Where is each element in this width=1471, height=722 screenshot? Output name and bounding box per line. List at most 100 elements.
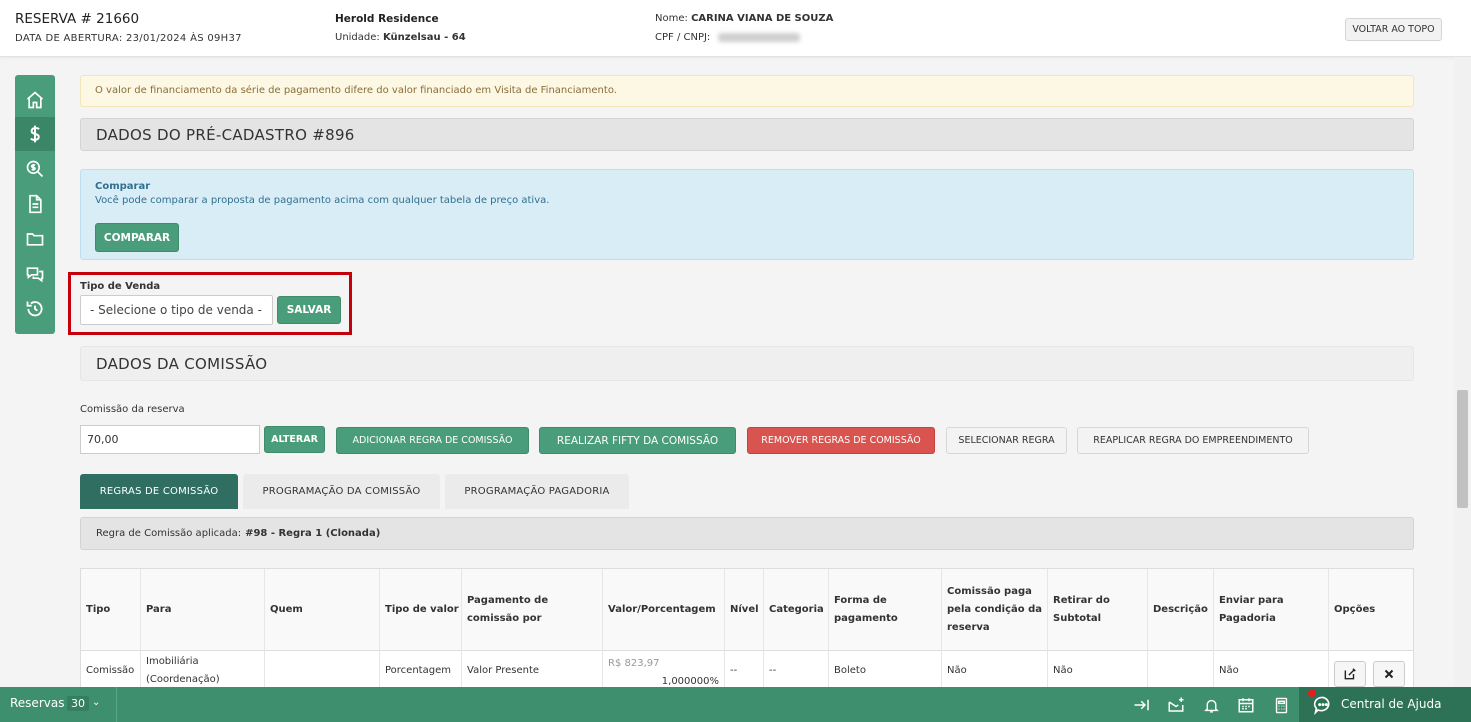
column-header: Nível xyxy=(725,569,764,651)
add-commission-rule-button[interactable]: ADICIONAR REGRA DE COMISSÃO xyxy=(336,427,529,454)
calendar-icon xyxy=(1238,698,1254,713)
applied-rule-bar: Regra de Comissão aplicada: #98 - Regra … xyxy=(80,517,1414,550)
tab-commission-rules[interactable]: REGRAS DE COMISSÃO xyxy=(80,474,238,509)
cell-categoria: -- xyxy=(764,651,829,687)
pre-registration-title: DADOS DO PRÉ-CADASTRO #896 xyxy=(96,125,355,144)
cell-descricao xyxy=(1148,651,1214,687)
column-header: Descrição xyxy=(1148,569,1214,651)
cell-quem xyxy=(265,651,380,687)
edit-icon xyxy=(1344,668,1356,680)
cell-enviar-pagadoria: Não xyxy=(1214,651,1329,687)
chat-icon xyxy=(26,267,44,283)
cell-retirar-subtotal: Não xyxy=(1048,651,1148,687)
folder-icon xyxy=(26,233,44,246)
applied-rule-value: #98 - Regra 1 (Clonada) xyxy=(245,528,381,539)
home-icon xyxy=(26,91,44,109)
client-document: CPF / CNPJ: xyxy=(655,32,800,43)
compare-button[interactable]: COMPARAR xyxy=(95,223,179,252)
sale-type-label: Tipo de Venda xyxy=(80,281,161,292)
development-name: Herold Residence xyxy=(335,13,439,25)
opening-date: DATA DE ABERTURA: 23/01/2024 ÀS 09H37 xyxy=(15,33,242,44)
column-header: Enviar para Pagadoria xyxy=(1214,569,1329,651)
tab-paying-agent-schedule[interactable]: PROGRAMAÇÃO PAGADORIA xyxy=(445,474,629,509)
scrollbar-thumb[interactable] xyxy=(1457,390,1468,508)
pre-registration-header: DADOS DO PRÉ-CADASTRO #896 xyxy=(80,118,1414,151)
select-rule-button[interactable]: SELECIONAR REGRA xyxy=(946,427,1067,454)
sidebar-item-files[interactable] xyxy=(15,222,55,256)
sidebar-item-financial[interactable] xyxy=(15,117,55,151)
cell-forma-pagamento: Boleto xyxy=(829,651,942,687)
client-label: Nome: xyxy=(655,13,688,24)
sidebar-item-messages[interactable] xyxy=(15,257,55,291)
fifty-commission-button[interactable]: REALIZAR FIFTY DA COMISSÃO xyxy=(539,427,736,454)
sidebar-item-financial-search[interactable] xyxy=(15,152,55,186)
mail-notifications-button[interactable] xyxy=(1166,695,1186,715)
column-header: Valor/Porcentagem xyxy=(603,569,725,651)
page-scrollbar[interactable] xyxy=(1454,57,1471,687)
cell-valor: R$ 823,97 xyxy=(608,658,660,669)
close-icon xyxy=(1384,669,1394,679)
cpf-label: CPF / CNPJ: xyxy=(655,32,711,43)
document-icon xyxy=(29,194,42,214)
column-header: Pagamento de comissão por xyxy=(462,569,603,651)
column-header: Retirar do Subtotal xyxy=(1048,569,1148,651)
cell-paga-condicao: Não xyxy=(942,651,1048,687)
sidebar-item-home[interactable] xyxy=(15,83,55,117)
delete-rule-button[interactable] xyxy=(1373,661,1405,687)
column-header: Tipo de valor xyxy=(380,569,462,651)
tab-commission-schedule[interactable]: PROGRAMAÇÃO DA COMISSÃO xyxy=(243,474,440,509)
reservations-label[interactable]: Reservas xyxy=(10,696,64,710)
applied-rule-label: Regra de Comissão aplicada: xyxy=(96,528,242,539)
client-info: Nome: CARINA VIANA DE SOUZA xyxy=(655,13,833,24)
commission-header: DADOS DA COMISSÃO xyxy=(80,346,1414,381)
cell-nivel: -- xyxy=(725,651,764,687)
cell-porcentagem: 1,000000% xyxy=(661,676,719,687)
bell-icon xyxy=(1203,699,1219,713)
cpf-value-redacted xyxy=(717,32,800,42)
commission-title: DADOS DA COMISSÃO xyxy=(96,354,268,373)
save-sale-type-button[interactable]: SALVAR xyxy=(277,296,341,324)
reapply-development-rule-button[interactable]: REAPLICAR REGRA DO EMPREENDIMENTO xyxy=(1077,427,1309,454)
help-center-button[interactable]: Central de Ajuda xyxy=(1299,687,1471,722)
reservation-header: RESERVA # 21660 DATA DE ABERTURA: 23/01/… xyxy=(0,0,1471,57)
reservation-title: RESERVA # 21660 xyxy=(15,11,140,27)
remove-commission-rules-button[interactable]: REMOVER REGRAS DE COMISSÃO xyxy=(747,427,935,454)
compare-info-box: Comparar Você pode comparar a proposta d… xyxy=(80,169,1414,260)
reservation-commission-input[interactable]: 70,00 xyxy=(80,425,260,454)
collapse-button[interactable] xyxy=(1132,695,1152,715)
edit-rule-button[interactable] xyxy=(1334,661,1366,687)
column-header: Tipo xyxy=(81,569,141,651)
unit-label: Unidade: xyxy=(335,32,380,43)
back-to-top-button[interactable]: VOLTAR AO TOPO xyxy=(1345,18,1442,41)
column-header: Opções xyxy=(1329,569,1413,651)
column-header: Forma de pagamento xyxy=(829,569,942,651)
sidebar-item-history[interactable] xyxy=(15,292,55,326)
dollar-icon xyxy=(30,125,40,143)
history-icon xyxy=(26,301,43,317)
divider xyxy=(116,687,117,722)
calendar-button[interactable] xyxy=(1236,695,1256,715)
calculator-button[interactable] xyxy=(1271,695,1291,715)
alter-commission-button[interactable]: ALTERAR xyxy=(264,426,325,453)
commission-rules-table: Tipo Para Quem Tipo de valor Pagamento d… xyxy=(80,568,1414,688)
help-center-label: Central de Ajuda xyxy=(1341,697,1442,711)
arrow-to-right-icon xyxy=(1134,699,1149,711)
mail-plus-icon xyxy=(1168,697,1184,712)
sale-type-select[interactable]: - Selecione o tipo de venda - xyxy=(80,295,273,325)
cell-valor-porcentagem: R$ 823,97 1,000000% xyxy=(603,651,725,687)
notifications-button[interactable] xyxy=(1201,695,1221,715)
column-header: Comissão paga pela condição da reserva xyxy=(942,569,1048,651)
chevron-down-icon[interactable]: ⌄ xyxy=(92,697,100,708)
reservations-count: 30 xyxy=(67,696,89,711)
compare-title: Comparar xyxy=(95,181,151,192)
compare-text: Você pode comparar a proposta de pagamen… xyxy=(95,195,550,206)
side-menu xyxy=(15,75,55,334)
column-header: Categoria xyxy=(764,569,829,651)
sidebar-item-documents[interactable] xyxy=(15,187,55,221)
unit-info: Unidade: Künzelsau - 64 xyxy=(335,32,466,43)
unit-value: Künzelsau - 64 xyxy=(382,32,466,43)
column-header: Para xyxy=(141,569,265,651)
cell-tipo-valor: Porcentagem xyxy=(380,651,462,687)
bottom-bar: Reservas 30 ⌄ Central de Ajuda xyxy=(0,687,1471,722)
reservation-commission-label: Comissão da reserva xyxy=(80,404,185,415)
